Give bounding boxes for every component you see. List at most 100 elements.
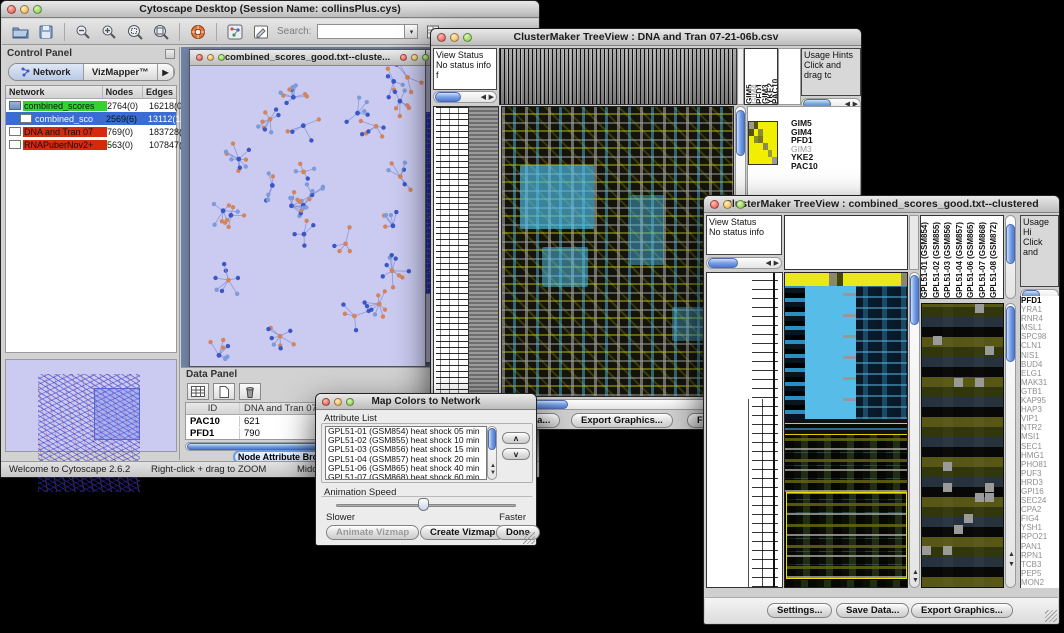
- close-button[interactable]: [710, 200, 719, 209]
- gene-label: CLN1: [1021, 341, 1059, 350]
- network-table-row[interactable]: combined_sco 2569(6) 13112(15): [6, 112, 176, 125]
- main-titlebar[interactable]: Cytoscape Desktop (Session Name: collins…: [1, 1, 539, 18]
- scroll-right-arrow[interactable]: ▶: [489, 94, 494, 102]
- float-panel-icon[interactable]: [165, 49, 175, 59]
- network-canvas-main[interactable]: [190, 66, 425, 366]
- attribute-table-icon[interactable]: [187, 383, 209, 400]
- scroll-thumb[interactable]: [488, 428, 496, 450]
- heatmap-selection[interactable]: [786, 492, 907, 579]
- tv2-row-dendrogram[interactable]: [706, 272, 783, 588]
- scroll-thumb[interactable]: [708, 258, 738, 268]
- zoom-fit-icon[interactable]: [151, 23, 171, 41]
- scroll-down-arrow[interactable]: ▼: [490, 469, 496, 477]
- tv2-settings-button[interactable]: Settings...: [767, 603, 832, 618]
- scroll-down-arrow[interactable]: ▼: [912, 577, 919, 585]
- move-up-button[interactable]: ʌ: [502, 432, 530, 444]
- close-button[interactable]: [322, 398, 330, 406]
- tv1-gene-list[interactable]: GIM5GIM4PFD1GIM3YKE2PAC10: [791, 119, 859, 173]
- delete-attribute-icon[interactable]: [239, 383, 261, 400]
- zoom-button[interactable]: [346, 398, 354, 406]
- annotation-icon[interactable]: [251, 23, 271, 41]
- zoom-in-icon[interactable]: [99, 23, 119, 41]
- scroll-right-arrow[interactable]: ▶: [774, 260, 779, 268]
- minimize-button[interactable]: [723, 200, 732, 209]
- scroll-left-arrow[interactable]: ◀: [766, 260, 771, 268]
- close-button[interactable]: [196, 54, 203, 61]
- tv1-row-dendrogram[interactable]: [433, 106, 469, 397]
- tab-vizmapper[interactable]: VizMapper™: [84, 64, 159, 80]
- tv1-row-labels: [469, 106, 499, 397]
- search-input[interactable]: [317, 24, 405, 39]
- close-button[interactable]: [437, 33, 446, 42]
- open-folder-icon[interactable]: [10, 23, 30, 41]
- tv2-view-status: View StatusNo status info: [706, 215, 782, 255]
- scroll-up-arrow[interactable]: ▲: [912, 569, 919, 577]
- close-button[interactable]: [7, 5, 16, 14]
- attribute-item[interactable]: GPL51-07 (GSM868) heat shock 60 min: [326, 473, 486, 480]
- scroll-left-arrow[interactable]: ◀: [481, 94, 486, 102]
- scroll-up-arrow[interactable]: ▲: [1008, 551, 1015, 559]
- zoom-out-icon[interactable]: [73, 23, 93, 41]
- tv1-status-scrollbar[interactable]: ◀ ▶: [433, 91, 497, 103]
- help-ring-icon[interactable]: [188, 23, 208, 41]
- network-frame1-titlebar[interactable]: combined_scores_good.txt--cluste...: [190, 50, 425, 66]
- resize-grip[interactable]: [523, 532, 535, 544]
- tv1-heatmap[interactable]: [501, 106, 734, 397]
- move-down-button[interactable]: v: [502, 448, 530, 460]
- animate-vizmap-button[interactable]: Animate Vizmap: [326, 525, 419, 540]
- search-dropdown-arrow[interactable]: ▾: [405, 24, 418, 39]
- tv1-column-dendrogram[interactable]: [499, 48, 737, 105]
- network-table-row[interactable]: RNAPuberNov2+ 563(0) 107847(0): [6, 138, 176, 151]
- tv2-column-labels[interactable]: GPL51-01 (GSM854)GPL51-02 (GSM855)GPL51-…: [920, 215, 1004, 299]
- zoom-button[interactable]: [218, 54, 225, 61]
- minimize-button[interactable]: [450, 33, 459, 42]
- save-icon[interactable]: [36, 23, 56, 41]
- minimize-button[interactable]: [334, 398, 342, 406]
- tab-network[interactable]: Network: [9, 64, 84, 80]
- tv2-zoom-scrollbar[interactable]: ▲ ▼: [1005, 303, 1016, 588]
- minimize-button[interactable]: [207, 54, 214, 61]
- attribute-list[interactable]: GPL51-01 (GSM854) heat shock 05 minGPL51…: [325, 426, 487, 480]
- tv1-zoom-matrix[interactable]: [748, 121, 778, 165]
- tv2-export-graphics-button[interactable]: Export Graphics...: [911, 603, 1013, 618]
- treeview1-titlebar[interactable]: ClusterMaker TreeView : DNA and Tran 07-…: [431, 29, 861, 46]
- minimize-button[interactable]: [411, 54, 418, 61]
- zoom-button[interactable]: [33, 5, 42, 14]
- network-frame-main[interactable]: combined_scores_good.txt--cluste...: [189, 49, 426, 367]
- tv2-top-dendrogram[interactable]: [784, 215, 908, 270]
- network-birdseye-view[interactable]: [5, 359, 177, 452]
- tv2-save-data-button[interactable]: Save Data...: [836, 603, 909, 618]
- speed-slider-thumb[interactable]: [418, 498, 429, 511]
- treeview2-titlebar[interactable]: ClusterMaker TreeView : combined_scores_…: [704, 196, 1059, 213]
- tv1-export-graphics-button[interactable]: Export Graphics...: [571, 413, 673, 428]
- minimize-button[interactable]: [20, 5, 29, 14]
- tv2-heatmap[interactable]: [784, 272, 908, 588]
- scroll-down-arrow[interactable]: ▼: [1008, 561, 1015, 569]
- scroll-thumb[interactable]: [910, 275, 919, 325]
- zoom-button[interactable]: [463, 33, 472, 42]
- zoom-button[interactable]: [736, 200, 745, 209]
- create-vizmap-button[interactable]: Create Vizmap: [420, 525, 505, 540]
- tv2-labels-scrollbar[interactable]: [1005, 215, 1016, 299]
- tab-overflow-arrow[interactable]: ▶: [158, 64, 174, 80]
- network-table-row[interactable]: combined_scores 2764(0) 16218(0): [6, 99, 176, 112]
- zoom-selected-icon[interactable]: [125, 23, 145, 41]
- tv2-vscrollbar[interactable]: ▲ ▼: [909, 272, 920, 588]
- attribute-list-scrollbar[interactable]: ▲ ▼: [487, 426, 497, 480]
- birdseye-viewport-rect[interactable]: [94, 388, 140, 440]
- new-attribute-icon[interactable]: [213, 383, 235, 400]
- zoom-button[interactable]: [422, 54, 429, 61]
- scroll-thumb[interactable]: [435, 92, 461, 102]
- tv2-status-scrollbar[interactable]: ◀ ▶: [706, 257, 782, 269]
- close-button[interactable]: [400, 54, 407, 61]
- tv1-column-labels[interactable]: GIM5GIM4PFD1GIM3YKE2PAC10: [744, 48, 778, 105]
- network-overview-icon[interactable]: [225, 23, 245, 41]
- tv2-zoom-heatmap[interactable]: [921, 303, 1004, 588]
- resize-grip[interactable]: [1045, 610, 1057, 622]
- dialog-titlebar[interactable]: Map Colors to Network: [316, 394, 536, 410]
- tv2-gene-list[interactable]: PFD1YRA1RNR4MSL1SPC98CLN1NIS1BUD4ELG1MAK…: [1020, 296, 1059, 588]
- network-table-row[interactable]: DNA and Tran 07 769(0) 183728(0): [6, 125, 176, 138]
- scroll-thumb[interactable]: [1006, 306, 1015, 362]
- scroll-thumb[interactable]: [1006, 224, 1015, 264]
- scroll-thumb[interactable]: [736, 110, 745, 156]
